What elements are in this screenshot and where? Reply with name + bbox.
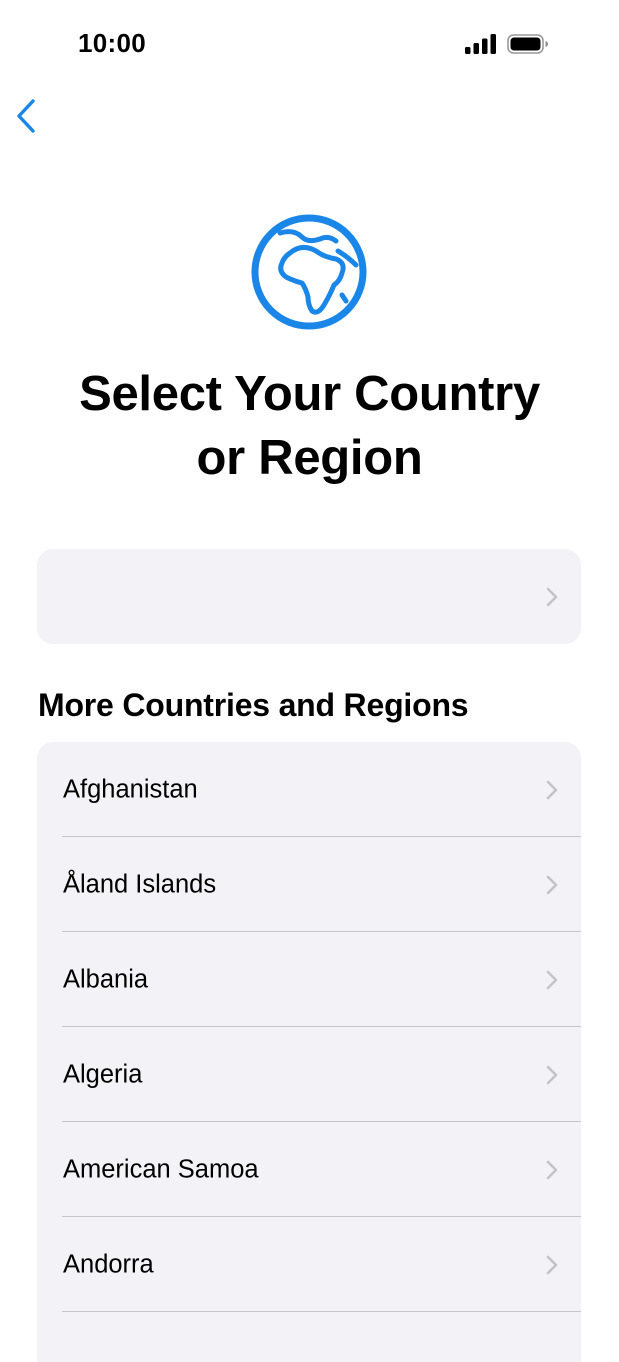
list-item-afghanistan[interactable]: Afghanistan xyxy=(37,742,581,837)
globe-europe-africa-icon xyxy=(250,213,368,331)
chevron-right-icon xyxy=(545,1254,559,1276)
chevron-right-icon xyxy=(545,874,559,896)
list-item-label: Åland Islands xyxy=(63,870,217,898)
status-bar: 10:00 xyxy=(0,0,619,90)
list-item-label: Afghanistan xyxy=(63,775,198,803)
row-separator xyxy=(62,1311,581,1312)
chevron-right-icon xyxy=(545,1159,559,1181)
country-list: Afghanistan Åland Islands Albania Algeri… xyxy=(37,742,581,1362)
status-icons xyxy=(465,34,549,59)
chevron-right-icon xyxy=(545,969,559,991)
list-item-albania[interactable]: Albania xyxy=(37,932,581,1027)
chevron-right-icon xyxy=(545,1064,559,1086)
page-title: Select Your Country or Region xyxy=(0,362,619,490)
list-item-label: Algeria xyxy=(63,1060,143,1088)
chevron-right-icon xyxy=(545,779,559,801)
list-item-label: Andorra xyxy=(63,1250,154,1278)
cellular-signal-icon xyxy=(465,34,497,59)
list-item-andorra[interactable]: Andorra xyxy=(37,1217,581,1312)
list-item-aland-islands[interactable]: Åland Islands xyxy=(37,837,581,932)
list-item-label: American Samoa xyxy=(63,1155,259,1183)
section-header-more-regions: More Countries and Regions xyxy=(38,687,469,723)
list-item-american-samoa[interactable]: American Samoa xyxy=(37,1122,581,1217)
list-item-algeria[interactable]: Algeria xyxy=(37,1027,581,1122)
chevron-right-icon xyxy=(545,586,559,608)
status-time: 10:00 xyxy=(78,28,146,58)
selected-region-row[interactable] xyxy=(37,549,581,644)
list-item-label: Albania xyxy=(63,965,149,993)
page-title-line-2: or Region xyxy=(196,431,423,485)
chevron-left-icon xyxy=(16,98,36,138)
page-title-line-1: Select Your Country xyxy=(79,367,540,421)
battery-full-icon xyxy=(507,34,549,59)
back-button[interactable] xyxy=(6,98,46,138)
